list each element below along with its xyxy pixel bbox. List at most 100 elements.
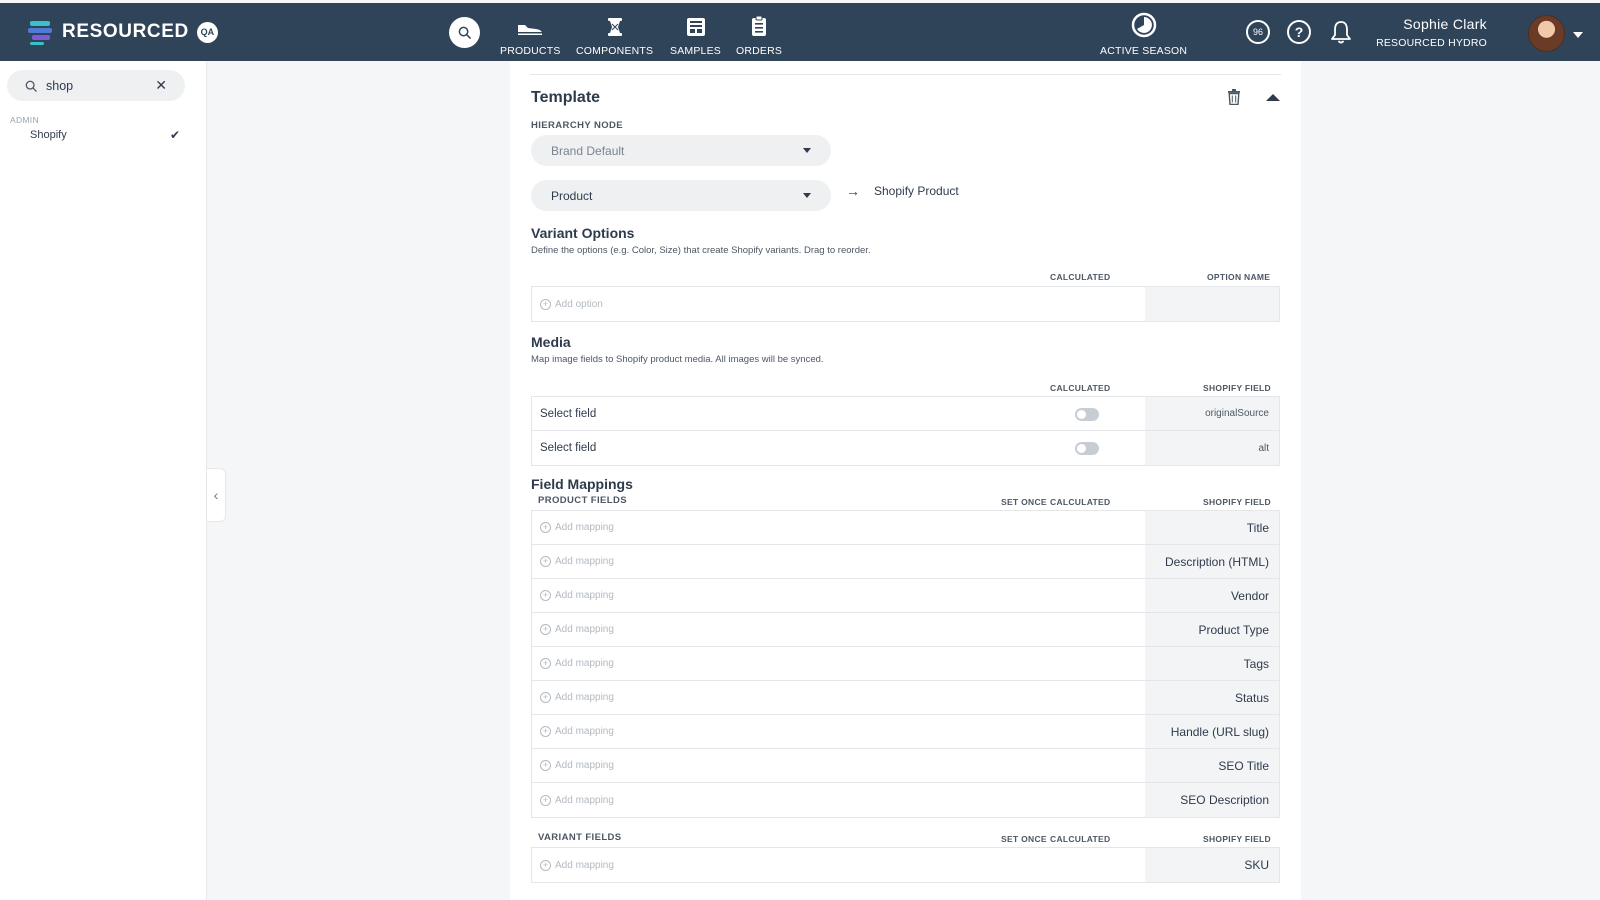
collapse-section-chevron-up-icon[interactable]	[1266, 94, 1280, 101]
active-season-button[interactable]: ACTIVE SEASON	[1100, 12, 1187, 57]
add-mapping-label: Add mapping	[555, 859, 614, 871]
table-row: + Add mapping Product Type	[532, 613, 1279, 647]
variant-options-col-option-name: OPTION NAME	[1207, 272, 1271, 282]
add-mapping-button[interactable]: + Add mapping	[540, 760, 614, 771]
hierarchy-node-select[interactable]: Brand Default	[531, 135, 831, 166]
table-row: + Add mapping Description (HTML)	[532, 545, 1279, 579]
clear-search-icon[interactable]: ✕	[155, 77, 167, 94]
add-mapping-button[interactable]: + Add mapping	[540, 859, 614, 871]
add-mapping-button[interactable]: + Add mapping	[540, 658, 614, 669]
nav-products[interactable]: PRODUCTS	[500, 11, 561, 57]
add-mapping-label: Add mapping	[555, 658, 614, 669]
table-row: Select field alt	[532, 431, 1279, 465]
checkmark-icon: ✔	[170, 128, 181, 142]
calculated-toggle[interactable]	[1075, 408, 1099, 421]
entity-type-select[interactable]: Product	[531, 180, 831, 211]
select-field-dropdown[interactable]: Select field	[540, 442, 596, 454]
add-mapping-button[interactable]: + Add mapping	[540, 522, 614, 533]
add-mapping-button[interactable]: + Add mapping	[540, 590, 614, 601]
plus-circle-icon: +	[540, 760, 551, 771]
nav-samples-label: SAMPLES	[670, 45, 722, 57]
active-season-label: ACTIVE SEASON	[1100, 45, 1188, 57]
sidebar-search-value[interactable]: shop	[46, 79, 73, 93]
nav-components[interactable]: COMPONENTS	[576, 11, 653, 57]
shopify-field-cell: Title	[1145, 511, 1279, 544]
add-mapping-button[interactable]: + Add mapping	[540, 556, 614, 567]
chevron-down-icon	[803, 148, 811, 153]
plus-circle-icon: +	[540, 692, 551, 703]
shoe-icon	[518, 25, 543, 35]
delete-template-button[interactable]	[1227, 89, 1241, 110]
shopify-field-cell: Vendor	[1145, 579, 1279, 612]
add-mapping-button[interactable]: + Add mapping	[540, 794, 614, 806]
hierarchy-node-value: Brand Default	[551, 143, 625, 158]
user-menu-chevron-down-icon[interactable]	[1573, 32, 1583, 38]
logo-mark-icon	[28, 19, 54, 45]
plus-circle-icon: +	[540, 590, 551, 601]
divider	[530, 74, 1281, 75]
media-description: Map image fields to Shopify product medi…	[531, 354, 824, 365]
shopify-field-cell: SKU	[1145, 848, 1279, 882]
sidebar-item-shopify[interactable]: Shopify	[30, 129, 67, 141]
add-mapping-label: Add mapping	[555, 522, 614, 533]
bell-icon	[1331, 21, 1351, 44]
collapse-sidebar-chevron-left-icon[interactable]: ‹	[207, 468, 226, 522]
search-icon	[25, 80, 37, 92]
add-option-button[interactable]: + Add option	[540, 298, 603, 310]
select-field-dropdown[interactable]: Select field	[540, 408, 596, 420]
brand-logo[interactable]: RESOURCED QA	[28, 19, 218, 45]
add-mapping-button[interactable]: + Add mapping	[540, 692, 614, 703]
notifications-button[interactable]	[1331, 20, 1351, 49]
add-mapping-label: Add mapping	[555, 760, 614, 771]
user-name: Sophie Clark	[1403, 16, 1487, 32]
add-mapping-label: Add mapping	[555, 624, 614, 635]
variant-col-set-once: SET ONCE	[1001, 834, 1047, 844]
trash-icon	[1228, 89, 1240, 106]
user-menu[interactable]: Sophie Clark RESOURCED HYDRO	[1376, 16, 1487, 49]
help-icon[interactable]: ?	[1287, 20, 1311, 44]
table-row: + Add mapping Handle (URL slug)	[532, 715, 1279, 749]
plus-circle-icon: +	[540, 794, 551, 806]
entity-type-value: Product	[551, 188, 593, 203]
add-mapping-button[interactable]: + Add mapping	[540, 624, 614, 635]
variant-options-col-calculated: CALCULATED	[1050, 272, 1111, 282]
environment-badge: QA	[196, 21, 218, 43]
plus-circle-icon: +	[540, 859, 551, 871]
table-row: + Add mapping Title	[532, 511, 1279, 545]
media-col-calculated: CALCULATED	[1050, 383, 1111, 393]
user-organization: RESOURCED HYDRO	[1376, 37, 1487, 49]
product-col-shopify-field: SHOPIFY FIELD	[1203, 497, 1271, 507]
table-row: + Add mapping SEO Description	[532, 783, 1279, 817]
plus-circle-icon: +	[540, 556, 551, 567]
nav-components-label: COMPONENTS	[576, 45, 654, 57]
table-row: + Add mapping SKU	[532, 848, 1279, 882]
product-fields-label: PRODUCT FIELDS	[538, 495, 627, 506]
top-navigation-bar: RESOURCED QA PRODUCTS COMPONENTS SAMPLES…	[0, 3, 1600, 61]
add-mapping-label: Add mapping	[555, 590, 614, 601]
nav-orders-label: ORDERS	[736, 45, 783, 57]
add-mapping-button[interactable]: + Add mapping	[540, 726, 614, 737]
avatar[interactable]	[1528, 15, 1565, 52]
calculated-toggle[interactable]	[1075, 442, 1099, 455]
variant-options-table: + Add option	[531, 286, 1280, 322]
nav-orders[interactable]: ORDERS	[736, 11, 782, 57]
nav-samples[interactable]: SAMPLES	[670, 11, 721, 57]
plus-circle-icon: +	[540, 298, 551, 310]
variant-col-shopify-field: SHOPIFY FIELD	[1203, 834, 1271, 844]
nav-products-label: PRODUCTS	[500, 45, 561, 57]
hierarchy-node-label: HIERARCHY NODE	[531, 120, 623, 131]
shopify-field-cell: originalSource	[1145, 397, 1279, 430]
sidebar-search-input[interactable]: shop ✕	[7, 70, 185, 101]
mapping-target-label: Shopify Product	[874, 184, 959, 198]
global-search-button[interactable]	[449, 17, 480, 48]
score-badge[interactable]: 96	[1246, 20, 1270, 44]
samples-icon	[686, 18, 705, 36]
variant-fields-table: + Add mapping SKU	[531, 847, 1280, 883]
plus-circle-icon: +	[540, 624, 551, 635]
sidebar: shop ✕ ADMIN Shopify ✔	[0, 61, 207, 900]
variant-fields-label: VARIANT FIELDS	[538, 832, 622, 843]
product-fields-table: + Add mapping Title + Add mapping Description…	[531, 510, 1280, 818]
add-option-label: Add option	[555, 298, 603, 310]
score-value: 96	[1252, 27, 1263, 37]
shopify-field-cell: Description (HTML)	[1145, 545, 1279, 578]
